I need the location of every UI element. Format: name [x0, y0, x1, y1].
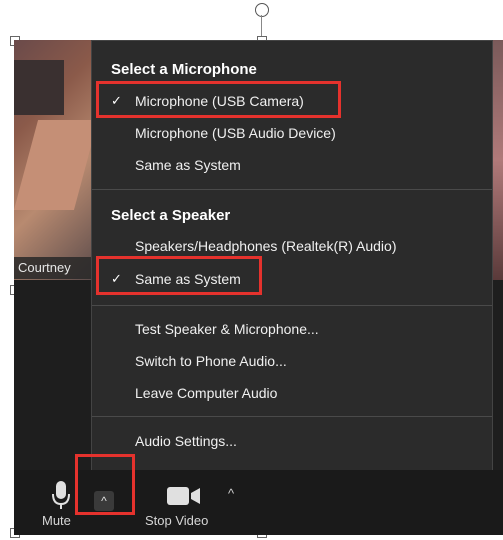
- video-foreground-shape: [14, 120, 99, 210]
- menu-divider: [92, 189, 492, 190]
- microphone-icon: [52, 481, 70, 509]
- speaker-section-title: Select a Speaker: [111, 207, 231, 224]
- menu-item-test-speaker-microphone[interactable]: Test Speaker & Microphone...: [111, 316, 482, 342]
- highlight-box-caret: [75, 454, 135, 515]
- menu-divider: [92, 305, 492, 306]
- menu-item-switch-to-phone-audio[interactable]: Switch to Phone Audio...: [111, 348, 482, 374]
- rotate-handle[interactable]: [255, 3, 269, 37]
- menu-item-label: Microphone (USB Audio Device): [135, 125, 336, 141]
- microphone-section-title: Select a Microphone: [111, 61, 257, 78]
- menu-item-microphone-usb-audio-device[interactable]: Microphone (USB Audio Device): [111, 120, 482, 146]
- stop-video-label: Stop Video: [145, 513, 209, 528]
- mute-label: Mute: [42, 513, 71, 528]
- menu-item-label: Audio Settings...: [135, 433, 237, 449]
- participant-name-tag: Courtney: [14, 257, 94, 279]
- video-background-shape: [14, 60, 64, 115]
- menu-item-audio-settings[interactable]: Audio Settings...: [111, 428, 482, 454]
- menu-item-label: Same as System: [135, 157, 241, 173]
- menu-item-leave-computer-audio[interactable]: Leave Computer Audio: [111, 380, 482, 406]
- highlight-box-speaker: [96, 256, 262, 295]
- video-options-caret-button[interactable]: ^: [228, 486, 234, 501]
- video-camera-icon: [167, 487, 200, 505]
- menu-divider: [92, 416, 492, 417]
- menu-item-label: Leave Computer Audio: [135, 385, 278, 401]
- stop-video-button[interactable]: Stop Video: [142, 476, 222, 531]
- menu-item-microphone-same-as-system[interactable]: Same as System: [111, 152, 482, 178]
- menu-item-label: Test Speaker & Microphone...: [135, 321, 319, 337]
- participant-video-tile[interactable]: Courtney: [14, 40, 99, 280]
- menu-item-label: Switch to Phone Audio...: [135, 353, 287, 369]
- highlight-box-microphone: [96, 81, 341, 118]
